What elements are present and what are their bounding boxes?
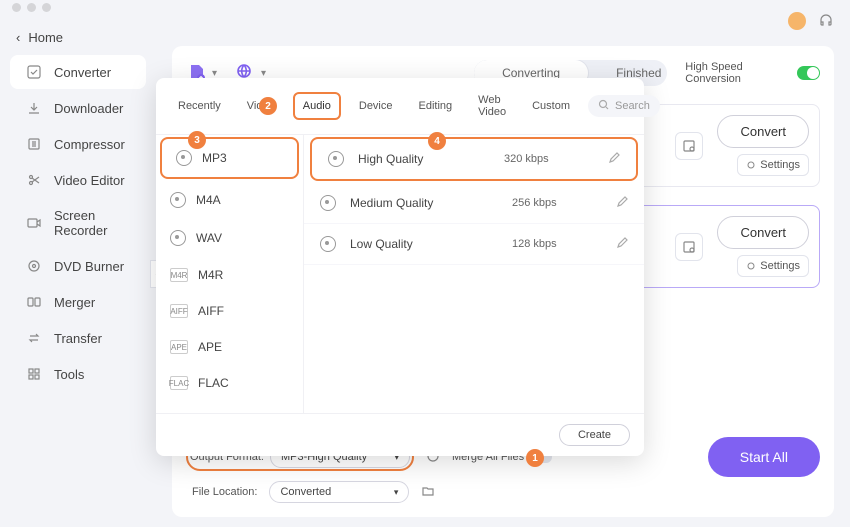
high-speed-label: High Speed Conversion: [685, 61, 789, 85]
nav-label: Downloader: [54, 101, 123, 116]
convert-button[interactable]: Convert: [717, 216, 809, 249]
chevron-down-icon: ▾: [394, 487, 399, 498]
edit-icon[interactable]: [608, 152, 620, 167]
nav-label: Compressor: [54, 137, 125, 152]
format-ape[interactable]: APEAPE: [156, 329, 303, 365]
sidebar-item-compressor[interactable]: Compressor: [10, 127, 146, 161]
sidebar-item-video-editor[interactable]: Video Editor: [10, 163, 146, 197]
format-flac[interactable]: FLACFLAC: [156, 365, 303, 401]
nav-label: Converter: [54, 65, 111, 80]
quality-list: High Quality 320 kbps Medium Quality 256…: [304, 135, 644, 413]
sidebar-item-tools[interactable]: Tools: [10, 357, 146, 391]
download-icon: [26, 100, 42, 116]
step-badge-2: 2: [259, 97, 277, 115]
folder-icon[interactable]: [421, 484, 435, 501]
file-location-label: File Location:: [192, 486, 257, 498]
nav-label: DVD Burner: [54, 259, 124, 274]
converter-icon: [26, 64, 42, 80]
sidebar-item-merger[interactable]: Merger: [10, 285, 146, 319]
traffic-minimize[interactable]: [27, 3, 36, 12]
format-mp3[interactable]: MP3: [160, 137, 299, 179]
nav-label: Transfer: [54, 331, 102, 346]
output-profile-button[interactable]: [675, 132, 703, 160]
create-button[interactable]: Create: [559, 424, 630, 446]
pop-tab-device[interactable]: Device: [351, 94, 401, 118]
pop-tab-custom[interactable]: Custom: [524, 94, 578, 118]
quality-high[interactable]: High Quality 320 kbps: [310, 137, 638, 181]
format-wav[interactable]: WAV: [156, 219, 303, 257]
nav-label: Video Editor: [54, 173, 125, 188]
search-input[interactable]: Search: [588, 95, 660, 117]
format-aiff[interactable]: AIFFAIFF: [156, 293, 303, 329]
window-titlebar: [0, 0, 850, 14]
nav-label: Tools: [54, 367, 84, 382]
output-profile-button[interactable]: [675, 233, 703, 261]
grid-icon: [26, 366, 42, 382]
edit-icon[interactable]: [616, 237, 628, 252]
audio-format-icon: AIFF: [170, 304, 188, 318]
format-list: MP3 M4A WAV M4RM4R AIFFAIFF APEAPE FLACF…: [156, 135, 304, 413]
pop-tab-editing[interactable]: Editing: [411, 94, 461, 118]
nav-label: Screen Recorder: [54, 208, 130, 238]
step-badge-4: 4: [428, 132, 446, 150]
format-popover: Recently Video Audio Device Editing Web …: [156, 78, 644, 456]
quality-icon: [328, 151, 344, 167]
back-home[interactable]: ‹ Home: [0, 22, 156, 53]
sidebar-item-dvd-burner[interactable]: DVD Burner: [10, 249, 146, 283]
sidebar-item-downloader[interactable]: Downloader: [10, 91, 146, 125]
audio-format-icon: FLAC: [170, 376, 188, 390]
avatar[interactable]: [788, 12, 806, 30]
convert-button[interactable]: Convert: [717, 115, 809, 148]
quality-medium[interactable]: Medium Quality 256 kbps: [304, 183, 644, 224]
compressor-icon: [26, 136, 42, 152]
edit-icon[interactable]: [616, 196, 628, 211]
nav-label: Merger: [54, 295, 95, 310]
chevron-left-icon: ‹: [16, 30, 20, 45]
record-icon: [26, 215, 42, 231]
file-location-select[interactable]: Converted ▾: [269, 481, 409, 503]
merger-icon: [26, 294, 42, 310]
traffic-close[interactable]: [12, 3, 21, 12]
start-all-button[interactable]: Start All: [708, 437, 820, 477]
format-m4a[interactable]: M4A: [156, 181, 303, 219]
pop-tab-audio[interactable]: Audio: [293, 92, 341, 120]
settings-button[interactable]: Settings: [737, 255, 809, 277]
quality-icon: [320, 195, 336, 211]
sidebar: ‹ Home Converter Downloader Compressor V…: [0, 14, 156, 527]
transfer-icon: [26, 330, 42, 346]
high-speed-toggle[interactable]: [797, 66, 820, 80]
sidebar-item-transfer[interactable]: Transfer: [10, 321, 146, 355]
settings-button[interactable]: Settings: [737, 154, 809, 176]
audio-format-icon: APE: [170, 340, 188, 354]
search-icon: [598, 99, 609, 113]
support-icon[interactable]: [818, 13, 834, 29]
format-m4r[interactable]: M4RM4R: [156, 257, 303, 293]
disc-icon: [26, 258, 42, 274]
chevron-down-icon: ▾: [261, 68, 266, 79]
scissors-icon: [26, 172, 42, 188]
step-badge-3: 3: [188, 131, 206, 149]
quality-icon: [320, 236, 336, 252]
pop-tab-web-video[interactable]: Web Video: [470, 88, 514, 124]
pop-tab-recently[interactable]: Recently: [170, 94, 229, 118]
chevron-down-icon: ▾: [212, 68, 217, 79]
quality-low[interactable]: Low Quality 128 kbps: [304, 224, 644, 265]
sidebar-item-converter[interactable]: Converter: [10, 55, 146, 89]
audio-format-icon: [170, 192, 186, 208]
traffic-zoom[interactable]: [42, 3, 51, 12]
home-label: Home: [28, 30, 63, 45]
audio-format-icon: [170, 230, 186, 246]
sidebar-item-screen-recorder[interactable]: Screen Recorder: [10, 199, 146, 247]
audio-format-icon: M4R: [170, 268, 188, 282]
audio-format-icon: [176, 150, 192, 166]
step-badge-1: 1: [526, 449, 544, 467]
